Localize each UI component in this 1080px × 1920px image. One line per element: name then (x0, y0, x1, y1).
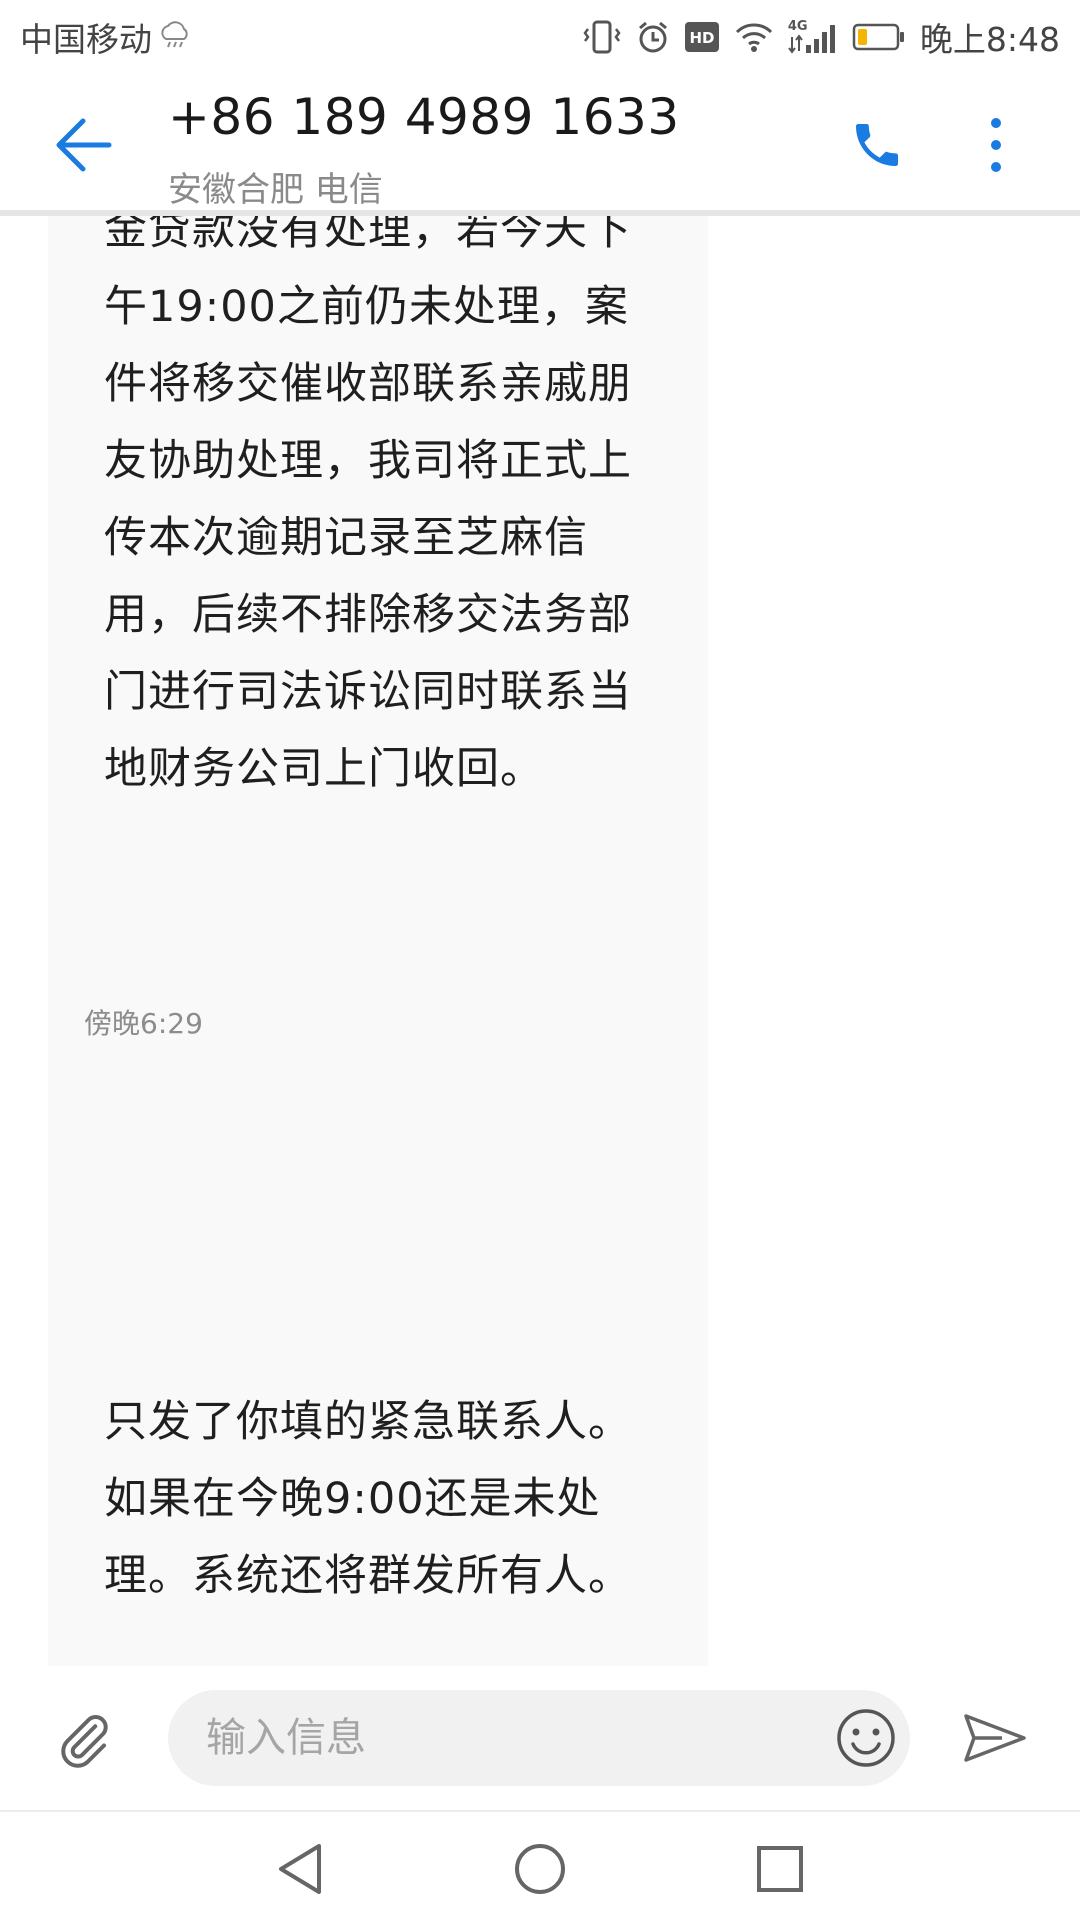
status-right: HD 4G 晚上8:48 (582, 13, 1060, 61)
send-icon (964, 1714, 1026, 1762)
more-vertical-icon (991, 118, 1001, 172)
clock-time: 晚上8:48 (919, 20, 1060, 59)
hd-icon: HD (684, 21, 720, 53)
square-recents-icon (757, 1846, 803, 1892)
wifi-icon (734, 20, 774, 54)
call-button[interactable] (842, 110, 912, 180)
back-button[interactable] (50, 112, 116, 178)
send-button[interactable] (960, 1708, 1030, 1768)
nav-back-button[interactable] (265, 1834, 335, 1904)
contact-location: 安徽合肥 电信 (168, 170, 383, 210)
phone-icon (856, 124, 898, 166)
more-options-button[interactable] (972, 110, 1020, 180)
system-navigation-bar (0, 1810, 1080, 1920)
message-text: 金贷款没有处理，若今天下 午19:00之前仍未处理，案 件将移交催收部联系亲戚朋… (104, 216, 632, 794)
message-list[interactable]: 金贷款没有处理，若今天下 午19:00之前仍未处理，案 件将移交催收部联系亲戚朋… (0, 216, 1080, 1666)
nav-home-button[interactable] (505, 1834, 575, 1904)
carrier-name: 中国移动 (20, 20, 152, 59)
arrow-left-icon (56, 118, 112, 172)
circle-home-icon (515, 1844, 565, 1894)
smiley-icon (837, 1709, 895, 1767)
message-timestamp: 傍晚6:29 (84, 1007, 203, 1040)
message-bubble[interactable]: 只发了你填的紧急联系人。 如果在今晚9:00还是未处 理。系统还将群发所有人。 (48, 1084, 708, 1666)
attach-button[interactable] (52, 1708, 116, 1772)
nav-recents-button[interactable] (745, 1834, 815, 1904)
hd-label: HD (689, 29, 714, 47)
message-input-container[interactable] (168, 1690, 910, 1786)
cellular-signal-icon: 4G (788, 19, 838, 55)
status-bar: 中国移动 HD 4G 晚上8:48 (0, 0, 1080, 74)
triangle-back-icon (279, 1844, 321, 1894)
message-composer (0, 1666, 1080, 1810)
status-left: 中国移动 (20, 13, 192, 61)
battery-icon (852, 22, 906, 52)
message-text: 只发了你填的紧急联系人。 如果在今晚9:00还是未处 理。系统还将群发所有人。 (104, 1397, 632, 1601)
message-input[interactable] (204, 1690, 804, 1786)
alarm-icon (636, 20, 670, 54)
paperclip-icon (61, 1715, 108, 1768)
contact-number: +86 189 4989 1633 (168, 88, 680, 146)
weather-cloud-icon (158, 18, 192, 57)
vibrate-icon (582, 19, 622, 55)
conversation-header: +86 189 4989 1633 安徽合肥 电信 (0, 74, 1080, 212)
message-bubble[interactable]: 金贷款没有处理，若今天下 午19:00之前仍未处理，案 件将移交催收部联系亲戚朋… (48, 216, 708, 1206)
emoji-button[interactable] (832, 1704, 900, 1772)
